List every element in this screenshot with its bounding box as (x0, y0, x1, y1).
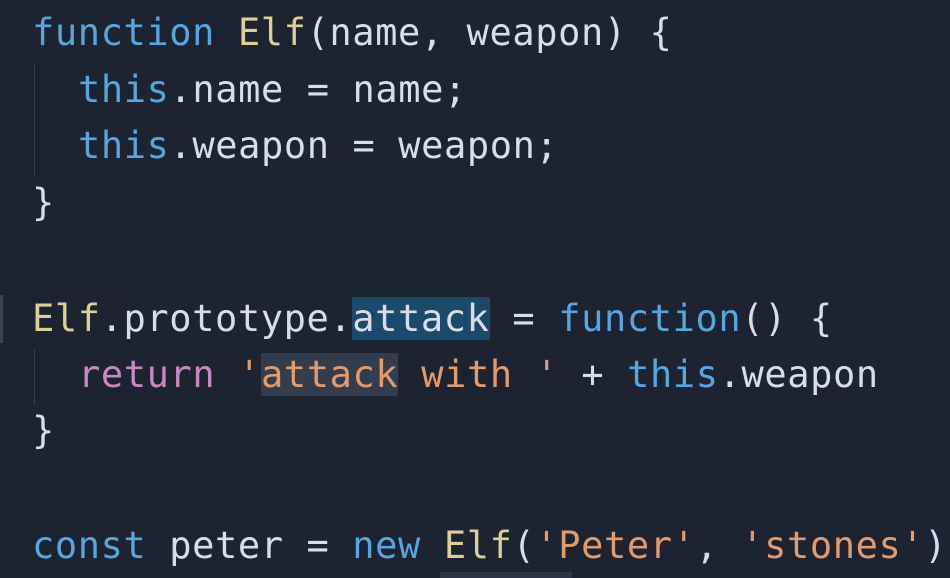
code-token: .weapon (718, 353, 879, 396)
code-token: this (78, 124, 170, 167)
code-line-3[interactable]: this.weapon = weapon; (32, 121, 558, 171)
code-token: attack (261, 353, 399, 396)
code-token: this (78, 68, 170, 111)
code-token: .name = name; (169, 68, 467, 111)
active-line-indicator (0, 295, 3, 343)
code-token: function (558, 297, 742, 340)
code-token: Elf (237, 11, 307, 54)
code-token: attack (352, 297, 490, 340)
code-token: ' (238, 353, 262, 396)
code-token: Elf (443, 524, 513, 567)
code-token: = (489, 297, 559, 340)
code-token: ( (512, 524, 536, 567)
code-token: .weapon = weapon; (169, 124, 559, 167)
code-token: return (78, 353, 216, 396)
code-editor[interactable]: function Elf(name, weapon) { this.name =… (0, 0, 950, 578)
code-token: + (558, 353, 628, 396)
code-token: (name, weapon) { (306, 11, 673, 54)
code-token: const (32, 524, 147, 567)
code-line-2[interactable]: this.name = name; (32, 65, 467, 115)
code-token: , (695, 524, 742, 567)
code-token: } (32, 181, 55, 224)
code-token: 'Peter' (535, 524, 696, 567)
code-line-10[interactable]: const peter = new Elf('Peter', 'stones') (32, 521, 947, 571)
code-token: Elf (32, 297, 101, 340)
code-line-6[interactable]: Elf.prototype.attack = function() { (32, 294, 833, 344)
code-line-8[interactable]: } (32, 406, 55, 456)
code-token: new (352, 524, 421, 567)
selection-highlight (440, 572, 572, 578)
code-token: ) (924, 524, 948, 567)
code-line-1[interactable]: function Elf(name, weapon) { (32, 8, 673, 58)
code-token: with ' (398, 353, 559, 396)
code-token: function (32, 11, 216, 54)
code-token: 'stones' (741, 524, 925, 567)
code-line-4[interactable]: } (32, 178, 55, 228)
code-token: .prototype. (100, 297, 353, 340)
code-token: } (32, 409, 55, 452)
code-token: this (627, 353, 719, 396)
code-token: peter = (146, 524, 353, 567)
code-line-7[interactable]: return 'attack with ' + this.weapon (32, 350, 879, 400)
code-token: () { (741, 297, 833, 340)
